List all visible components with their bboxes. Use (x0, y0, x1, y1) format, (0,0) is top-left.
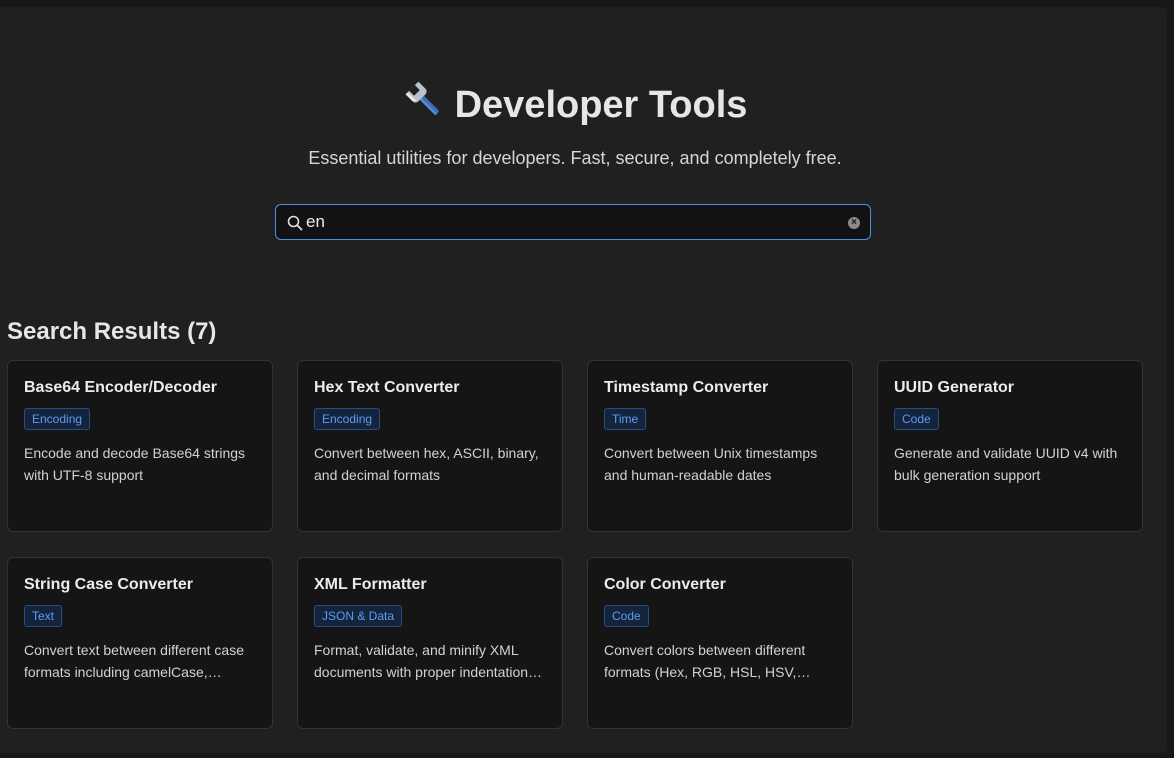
tool-card-string-case[interactable]: String Case Converter Text Convert text … (7, 557, 273, 729)
page-subtitle: Essential utilities for developers. Fast… (308, 148, 842, 168)
category-badge: Text (24, 605, 63, 627)
main-panel: Developer Tools Essential utilities for … (0, 7, 1167, 753)
category-badge: Code (604, 605, 649, 627)
tool-card-xml[interactable]: XML Formatter JSON & Data Format, valida… (297, 557, 563, 729)
card-description: Convert text between different case form… (24, 642, 244, 680)
card-title: Timestamp Converter (604, 379, 769, 396)
category-badge: Code (894, 408, 939, 430)
page-title-text: Developer Tools (454, 84, 748, 126)
search-icon (287, 215, 303, 231)
card-title: XML Formatter (314, 576, 427, 593)
results-heading: Search Results (7) (7, 318, 217, 345)
card-title: Color Converter (604, 576, 726, 593)
tool-card-color[interactable]: Color Converter Code Convert colors betw… (587, 557, 853, 729)
card-title: Base64 Encoder/Decoder (24, 379, 217, 396)
tool-card-hex[interactable]: Hex Text Converter Encoding Convert betw… (297, 360, 563, 532)
tool-card-base64[interactable]: Base64 Encoder/Decoder Encoding Encode a… (7, 360, 273, 532)
category-badge: Encoding (314, 408, 381, 430)
search-box[interactable]: × (275, 204, 871, 240)
wrench-icon (403, 79, 445, 132)
category-badge: JSON & Data (314, 605, 403, 627)
card-description: Encode and decode Base64 strings with UT… (24, 445, 246, 483)
card-title: String Case Converter (24, 576, 193, 593)
card-description: Convert between hex, ASCII, binary, and … (314, 445, 539, 483)
search-input[interactable] (306, 209, 826, 235)
card-description: Convert colors between different formats… (604, 642, 806, 680)
card-description: Convert between Unix timestamps and huma… (604, 445, 818, 483)
clear-icon[interactable]: × (848, 217, 860, 229)
category-badge: Encoding (24, 408, 91, 430)
category-badge: Time (604, 408, 647, 430)
card-description: Format, validate, and minify XML documen… (314, 642, 529, 680)
card-description: Generate and validate UUID v4 with bulk … (894, 445, 1118, 483)
page-title: Developer Tools (0, 79, 1150, 132)
tool-card-uuid[interactable]: UUID Generator Code Generate and validat… (877, 360, 1143, 532)
card-title: UUID Generator (894, 379, 1015, 396)
tool-card-timestamp[interactable]: Timestamp Converter Time Convert between… (587, 360, 853, 532)
card-title: Hex Text Converter (314, 379, 460, 396)
